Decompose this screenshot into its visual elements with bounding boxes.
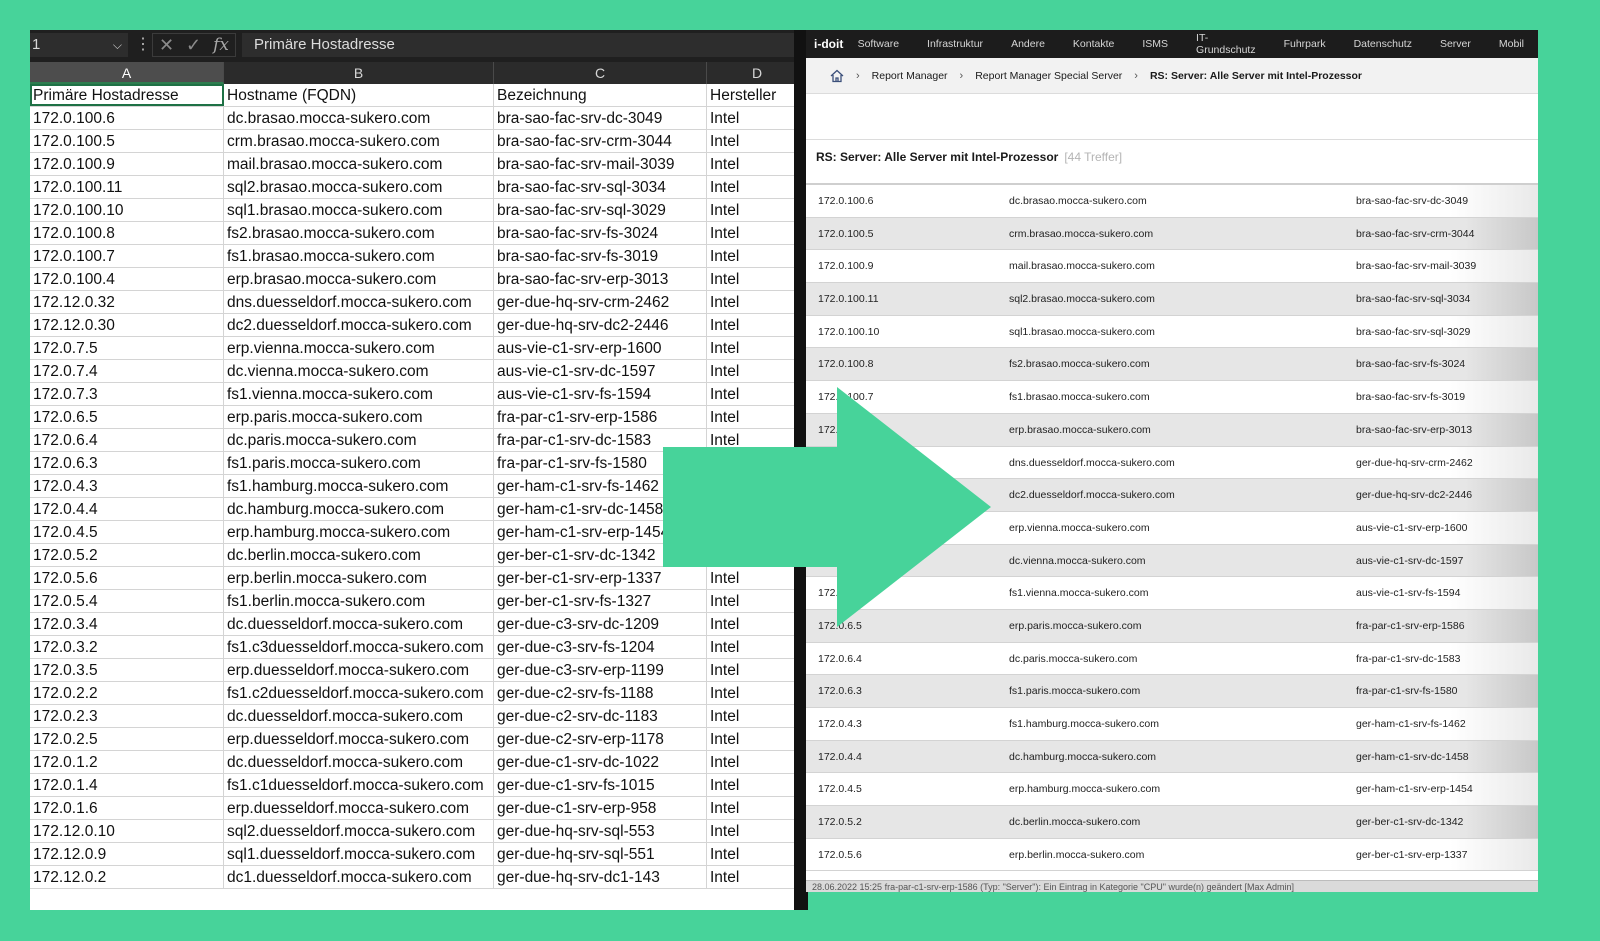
arrow-right-icon — [663, 387, 991, 627]
arrow-shape — [663, 387, 991, 627]
